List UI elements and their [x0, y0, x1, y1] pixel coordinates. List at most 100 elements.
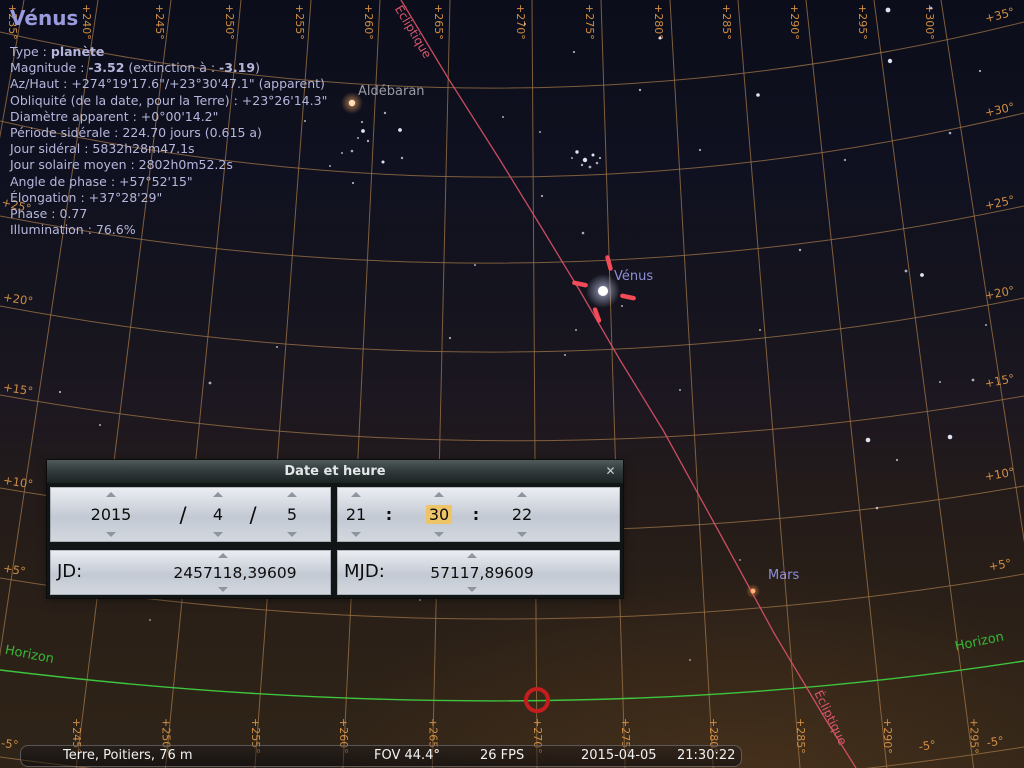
azimuth-line-+250° [165, 0, 241, 768]
day-spin-up-icon[interactable] [287, 492, 297, 497]
azimuth-line-+270° [532, 0, 537, 768]
status-date: 2015-04-05 [581, 748, 657, 763]
venus-body [598, 286, 608, 296]
azimuth-line-+260° [343, 0, 380, 768]
star [357, 137, 359, 139]
second-spin-down-icon[interactable] [517, 532, 527, 537]
azimuth-line-+245° [76, 0, 171, 768]
star [948, 435, 953, 440]
star [99, 424, 101, 426]
mjd-spin-up-icon[interactable] [467, 553, 477, 558]
star [304, 120, 306, 122]
azimuth-label: +245° [153, 4, 166, 40]
date-time-dialog: Date et heure ✕ 2015 / 4 / 5 [47, 460, 623, 598]
star [361, 129, 365, 133]
jd-spin-up-icon[interactable] [218, 553, 228, 558]
year-spin-up-icon[interactable] [106, 492, 116, 497]
minute-value[interactable]: 30 [426, 505, 452, 524]
altitude-label: +5° [988, 556, 1013, 574]
star [582, 232, 585, 235]
day-value[interactable]: 5 [287, 505, 297, 524]
second-value[interactable]: 22 [512, 505, 532, 524]
azimuth-line-+275° [601, 0, 625, 768]
star [449, 337, 451, 339]
star [589, 166, 592, 169]
star [524, 23, 526, 25]
star [886, 8, 891, 13]
minute-spin-down-icon[interactable] [434, 532, 444, 537]
star [866, 438, 871, 443]
close-icon[interactable]: ✕ [602, 463, 619, 480]
star [876, 507, 879, 510]
star [384, 112, 386, 114]
stellarium-window: +235°+240°+245°+245°+250°+250°+255°+255°… [0, 0, 1024, 768]
mars-label: Mars [768, 568, 800, 583]
star [592, 154, 595, 157]
year-spin-down-icon[interactable] [106, 532, 116, 537]
hour-value[interactable]: 21 [346, 505, 366, 524]
time-field-group: 21 : 30 : 22 [337, 487, 620, 542]
star [639, 89, 641, 91]
star [949, 132, 952, 135]
year-spinner[interactable]: 2015 [68, 490, 154, 539]
mjd-value[interactable]: 57117,89609 [397, 564, 567, 582]
altitude-circle-+15° [0, 395, 1024, 441]
altitude-label: +15° [2, 380, 34, 399]
mjd-spin-down-icon[interactable] [467, 587, 477, 592]
aldebaran-label: Aldébaran [358, 84, 425, 99]
year-value[interactable]: 2015 [91, 505, 132, 524]
day-spinner[interactable]: 5 [268, 490, 316, 539]
altitude-circle-+30° [0, 113, 1024, 177]
star [905, 270, 908, 273]
day-spin-down-icon[interactable] [287, 532, 297, 537]
altitude-label: -5° [918, 737, 937, 753]
jd-value[interactable]: 2457118,39609 [140, 564, 330, 582]
mjd-label: MJD: [344, 561, 385, 582]
azimuth-label: +275° [583, 4, 596, 40]
azimuth-label: +300° [923, 4, 936, 40]
azimuth-label: +295° [856, 4, 869, 40]
jd-field[interactable]: JD: 2457118,39609 [50, 550, 331, 595]
altitude-label: +10° [2, 473, 34, 492]
star [939, 381, 941, 383]
star [844, 159, 846, 161]
altitude-circle-+20° [0, 298, 1024, 352]
star [541, 195, 543, 197]
star [972, 379, 975, 382]
second-spin-up-icon[interactable] [517, 492, 527, 497]
star [920, 273, 924, 277]
hour-spin-up-icon[interactable] [351, 492, 361, 497]
jd-spin-down-icon[interactable] [218, 587, 228, 592]
month-spin-up-icon[interactable] [213, 492, 223, 497]
hour-spin-down-icon[interactable] [351, 532, 361, 537]
month-spin-down-icon[interactable] [213, 532, 223, 537]
altitude-label: -5° [0, 736, 19, 752]
star [341, 152, 343, 154]
ecliptic-line [401, 0, 856, 768]
minute-spin-up-icon[interactable] [434, 492, 444, 497]
azimuth-label: +285° [794, 718, 807, 754]
star [583, 158, 587, 162]
azimuth-label: +270° [514, 4, 527, 40]
minute-spinner[interactable]: 30 [422, 490, 456, 539]
mjd-field[interactable]: MJD: 57117,89609 [337, 550, 620, 595]
date-field-group: 2015 / 4 / 5 [50, 487, 331, 542]
month-spinner[interactable]: 4 [198, 490, 238, 539]
star [59, 391, 61, 393]
star [401, 157, 403, 159]
star [361, 121, 363, 123]
azimuth-line-+290° [806, 0, 887, 768]
azimuth-label: +240° [80, 4, 93, 40]
aldebaran[interactable]: Aldébaran [341, 84, 425, 114]
dialog-titlebar[interactable]: Date et heure ✕ [47, 460, 623, 483]
month-value[interactable]: 4 [213, 505, 223, 524]
altitude-label: +25° [984, 193, 1016, 213]
second-spinner[interactable]: 22 [505, 490, 539, 539]
status-fov: FOV 44.4° [374, 748, 440, 763]
sky-view: +235°+240°+245°+245°+250°+250°+255°+255°… [0, 0, 1024, 768]
venus[interactable]: Vénus [572, 255, 654, 324]
mars[interactable]: Mars [746, 568, 800, 598]
star [679, 389, 681, 391]
hour-spinner[interactable]: 21 [341, 490, 371, 539]
star [329, 165, 331, 167]
